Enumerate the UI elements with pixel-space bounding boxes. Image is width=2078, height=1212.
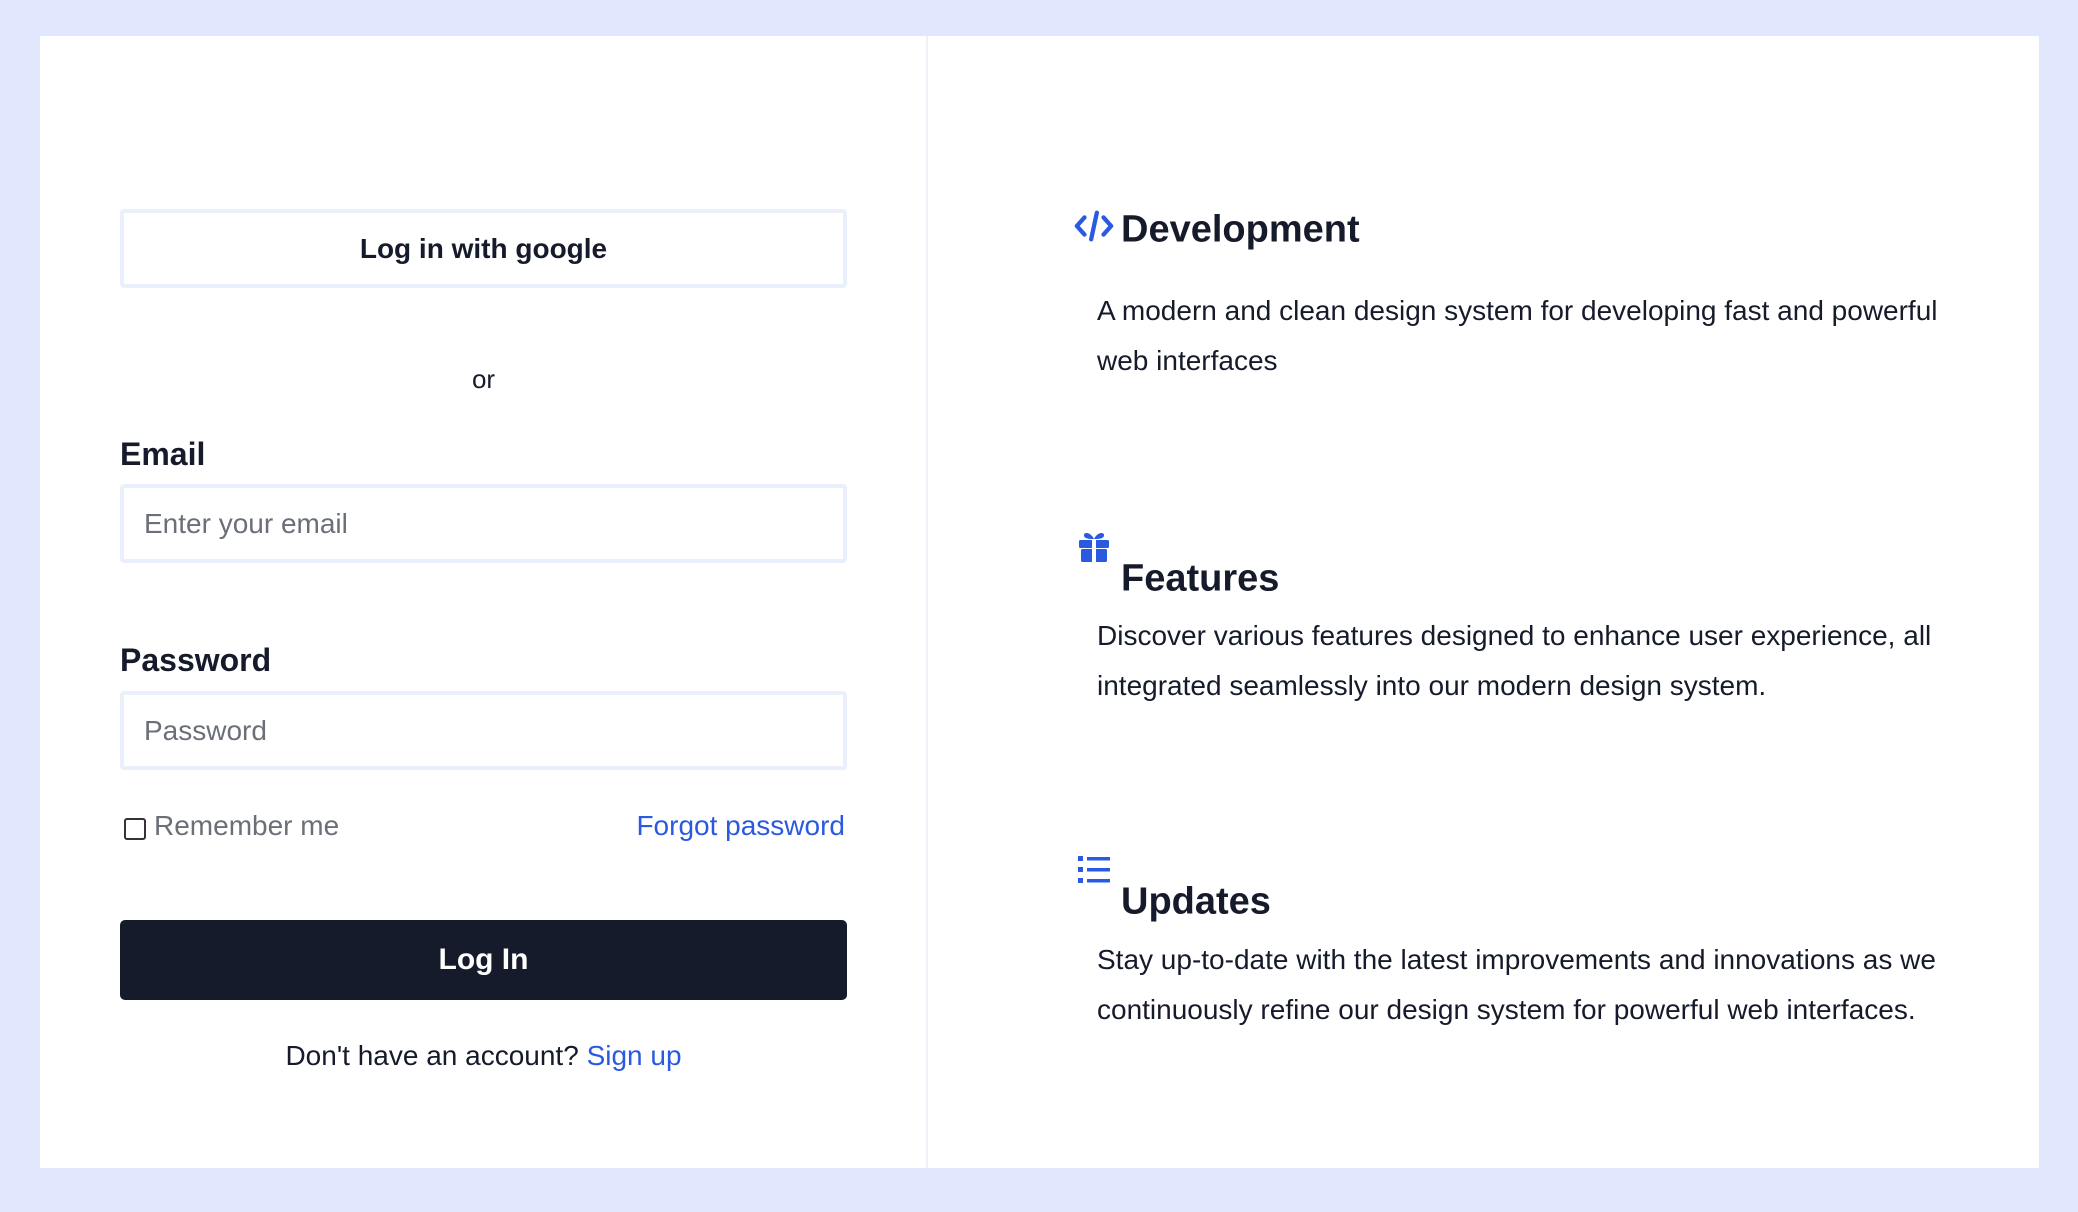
email-input[interactable] bbox=[120, 484, 847, 563]
remember-me-label[interactable]: Remember me bbox=[154, 810, 339, 842]
signup-prompt-text: Don't have an account? bbox=[285, 1040, 579, 1071]
feature-description: Stay up-to-date with the latest improvem… bbox=[1097, 944, 1936, 1025]
auth-card: Log in with google or Email Password Rem… bbox=[40, 36, 2039, 1168]
remember-me-row: Remember me bbox=[124, 810, 339, 842]
forgot-password-link[interactable]: Forgot password bbox=[636, 810, 845, 842]
feature-title: Features bbox=[1121, 557, 1280, 600]
feature-description: Discover various features designed to en… bbox=[1097, 620, 1932, 701]
login-button[interactable]: Log In bbox=[120, 920, 847, 1000]
feature-title: Updates bbox=[1121, 880, 1271, 923]
feature-description: A modern and clean design system for dev… bbox=[1097, 295, 1938, 376]
email-label: Email bbox=[120, 436, 206, 472]
gift-icon bbox=[1074, 527, 1114, 567]
google-login-button[interactable]: Log in with google bbox=[120, 209, 847, 288]
signup-prompt: Don't have an account? Sign up bbox=[120, 1040, 847, 1072]
code-icon bbox=[1074, 206, 1114, 246]
login-panel: Log in with google or Email Password Rem… bbox=[40, 36, 928, 1168]
feature-title: Development bbox=[1121, 208, 1360, 251]
or-divider-text: or bbox=[471, 364, 496, 394]
list-icon bbox=[1074, 850, 1114, 890]
features-panel: Development A modern and clean design sy… bbox=[928, 36, 2039, 1168]
password-input[interactable] bbox=[120, 691, 847, 770]
remember-me-checkbox[interactable] bbox=[124, 818, 146, 840]
signup-link[interactable]: Sign up bbox=[587, 1040, 682, 1071]
password-label: Password bbox=[120, 642, 272, 678]
